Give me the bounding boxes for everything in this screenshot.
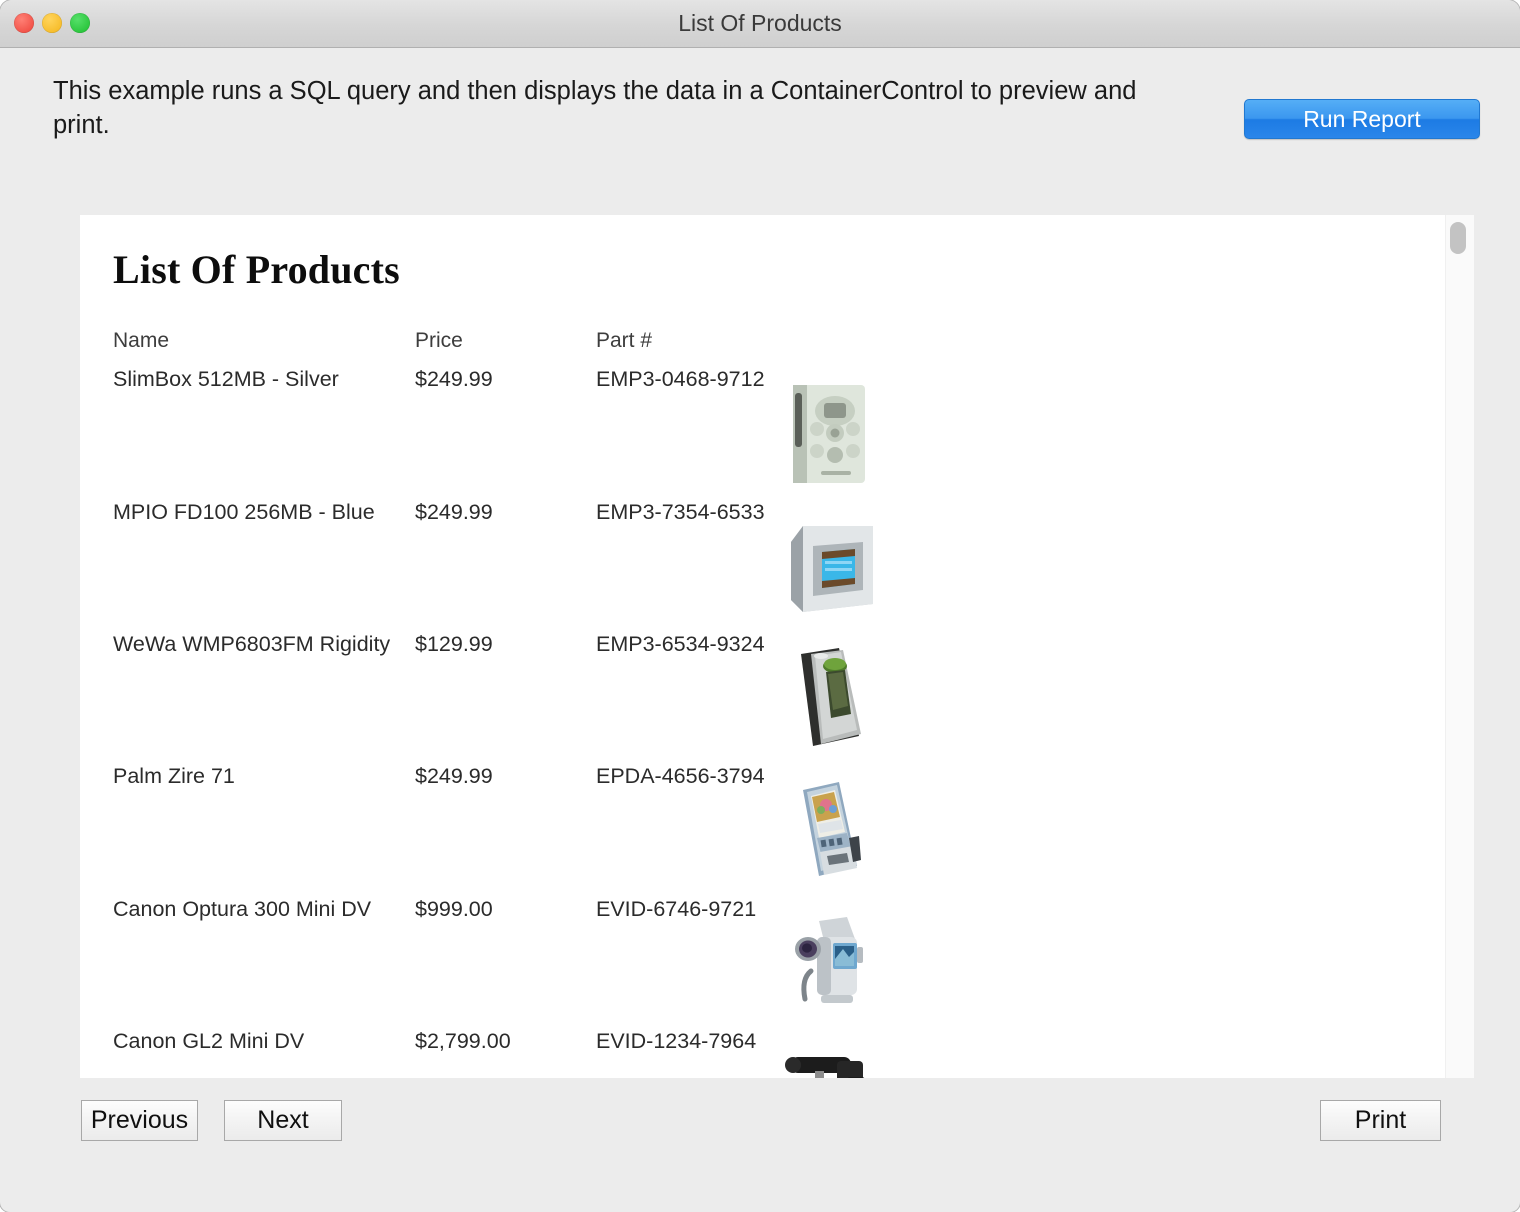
preview-scrollbar-thumb[interactable] xyxy=(1450,222,1466,254)
cell-name: Palm Zire 71 xyxy=(113,764,405,789)
cell-name: WeWa WMP6803FM Rigidity xyxy=(113,632,405,657)
run-report-button[interactable]: Run Report xyxy=(1244,99,1480,139)
table-row: SlimBox 512MB - Silver $249.99 EMP3-0468… xyxy=(80,367,1445,500)
cell-name: Canon GL2 Mini DV xyxy=(113,1029,405,1054)
window-titlebar: List Of Products xyxy=(0,0,1520,48)
cell-part: EMP3-0468-9712 xyxy=(596,367,773,392)
table-row: Canon GL2 Mini DV $2,799.00 EVID-1234-79… xyxy=(80,1029,1445,1078)
report-title: List Of Products xyxy=(113,246,400,293)
next-page-button[interactable]: Next xyxy=(224,1100,342,1141)
preview-scrollbar-track[interactable] xyxy=(1445,215,1474,1078)
mp3-player-blue-screen-icon xyxy=(777,512,887,622)
cell-name: Canon Optura 300 Mini DV xyxy=(113,897,405,922)
cell-part: EVID-6746-9721 xyxy=(596,897,773,922)
previous-page-button[interactable]: Previous xyxy=(81,1100,198,1141)
camcorder-black-icon xyxy=(777,1041,887,1078)
cell-part: EPDA-4656-3794 xyxy=(596,764,773,789)
camcorder-silver-icon xyxy=(777,909,887,1019)
column-header-price: Price xyxy=(415,329,463,353)
application-window: List Of Products This example runs a SQL… xyxy=(0,0,1520,1212)
pda-palm-icon xyxy=(777,776,887,886)
cell-part: EMP3-7354-6533 xyxy=(596,500,773,525)
table-row: WeWa WMP6803FM Rigidity $129.99 EMP3-653… xyxy=(80,632,1445,765)
cell-part: EVID-1234-7964 xyxy=(596,1029,773,1054)
window-title: List Of Products xyxy=(0,0,1520,47)
column-header-part: Part # xyxy=(596,329,652,353)
cell-price: $2,799.00 xyxy=(415,1029,590,1054)
column-header-name: Name xyxy=(113,329,169,353)
print-button[interactable]: Print xyxy=(1320,1100,1441,1141)
cell-price: $249.99 xyxy=(415,367,590,392)
mp3-player-silver-green-icon xyxy=(777,379,887,489)
table-row: Canon Optura 300 Mini DV $999.00 EVID-67… xyxy=(80,897,1445,1030)
cell-price: $129.99 xyxy=(415,632,590,657)
report-page: List Of Products Name Price Part # SlimB… xyxy=(80,215,1445,1078)
cell-price: $249.99 xyxy=(415,500,590,525)
cell-price: $249.99 xyxy=(415,764,590,789)
cell-part: EMP3-6534-9324 xyxy=(596,632,773,657)
cell-name: MPIO FD100 256MB - Blue xyxy=(113,500,405,525)
cell-name: SlimBox 512MB - Silver xyxy=(113,367,405,392)
report-preview-container[interactable]: List Of Products Name Price Part # SlimB… xyxy=(80,215,1445,1078)
description-text: This example runs a SQL query and then d… xyxy=(53,74,1183,142)
table-row: MPIO FD100 256MB - Blue $249.99 EMP3-735… xyxy=(80,500,1445,633)
mp3-player-dark-green-icon xyxy=(777,644,887,754)
table-row: Palm Zire 71 $249.99 EPDA-4656-3794 xyxy=(80,764,1445,897)
cell-price: $999.00 xyxy=(415,897,590,922)
